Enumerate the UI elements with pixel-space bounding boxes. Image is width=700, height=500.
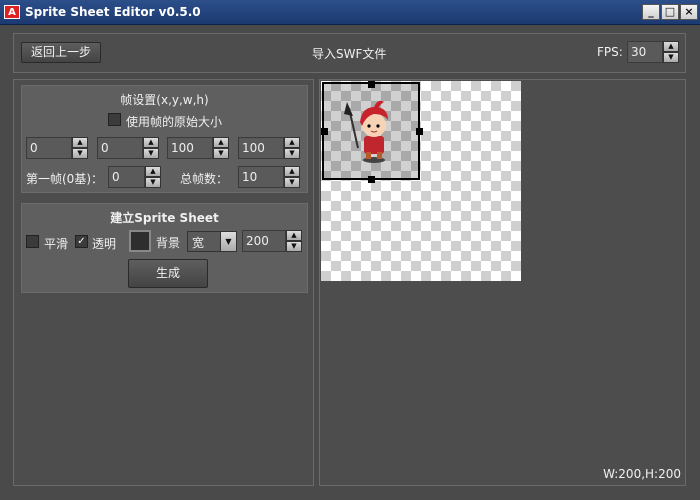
back-button[interactable]: 返回上一步 [21, 42, 101, 63]
frame-h-stepper[interactable]: 100 ▲ ▼ [238, 137, 300, 159]
app-icon: A [4, 5, 20, 19]
background-color-picker[interactable] [129, 230, 151, 252]
frame-w-up-icon[interactable]: ▲ [213, 137, 229, 148]
first-frame-input[interactable]: 0 [108, 166, 145, 188]
minimize-button[interactable]: _ [642, 4, 660, 20]
use-original-size-label: 使用帧的原始大小 [126, 115, 223, 129]
settings-panel: 帧设置(x,y,w,h) 使用帧的原始大小 0 ▲ ▼ 0 ▲ ▼ 100 ▲ … [13, 79, 314, 486]
total-frames-up-icon[interactable]: ▲ [284, 166, 300, 177]
frame-y-input[interactable]: 0 [97, 137, 143, 159]
frame-x-input[interactable]: 0 [26, 137, 72, 159]
first-frame-label: 第一帧(0基)： [26, 172, 103, 186]
fps-up-icon[interactable]: ▲ [663, 41, 679, 52]
frame-y-down-icon[interactable]: ▼ [143, 148, 159, 159]
total-frames-down-icon[interactable]: ▼ [284, 177, 300, 188]
frame-h-input[interactable]: 100 [238, 137, 284, 159]
first-frame-stepper[interactable]: 0 ▲ ▼ [108, 166, 161, 188]
frame-h-up-icon[interactable]: ▲ [284, 137, 300, 148]
close-button[interactable]: × [680, 4, 698, 20]
background-label: 背景 [156, 236, 181, 250]
resize-handle-right[interactable] [416, 128, 423, 135]
sheet-width-down-icon[interactable]: ▼ [286, 241, 302, 252]
frame-x-stepper[interactable]: 0 ▲ ▼ [26, 137, 88, 159]
generate-button[interactable]: 生成 [128, 259, 208, 288]
toolbar: 返回上一步 导入SWF文件 FPS: 30 ▲ ▼ [13, 33, 686, 73]
total-frames-input[interactable]: 10 [238, 166, 284, 188]
smooth-label: 平滑 [44, 237, 69, 251]
build-sprite-sheet-section: 建立Sprite Sheet 平滑 ✓ 透明 背景 宽 ▼ 200 ▲ ▼ 生成 [21, 203, 308, 293]
resize-handle-left[interactable] [321, 128, 328, 135]
sheet-width-input[interactable]: 200 [242, 230, 286, 252]
transparent-label: 透明 [92, 237, 117, 251]
fps-label: FPS: [597, 45, 623, 59]
frame-settings-section: 帧设置(x,y,w,h) 使用帧的原始大小 0 ▲ ▼ 0 ▲ ▼ 100 ▲ … [21, 85, 308, 193]
sprite-canvas[interactable] [321, 81, 521, 281]
frame-w-input[interactable]: 100 [167, 137, 213, 159]
preview-panel: W:200,H:200 [319, 79, 686, 486]
frame-x-up-icon[interactable]: ▲ [72, 137, 88, 148]
sheet-width-stepper[interactable]: 200 ▲ ▼ [242, 230, 302, 252]
frame-x-down-icon[interactable]: ▼ [72, 148, 88, 159]
sheet-width-up-icon[interactable]: ▲ [286, 230, 302, 241]
title-bar: A Sprite Sheet Editor v0.5.0 _ □ × [0, 0, 700, 25]
use-original-size-checkbox[interactable] [108, 113, 121, 126]
width-mode-select[interactable]: 宽 ▼ [187, 231, 237, 252]
first-frame-up-icon[interactable]: ▲ [145, 166, 161, 177]
frame-y-up-icon[interactable]: ▲ [143, 137, 159, 148]
window-title: Sprite Sheet Editor v0.5.0 [25, 5, 201, 19]
smooth-checkbox[interactable] [26, 235, 39, 248]
frame-w-down-icon[interactable]: ▼ [213, 148, 229, 159]
build-sprite-sheet-title: 建立Sprite Sheet [110, 211, 219, 225]
frame-selection[interactable] [322, 82, 420, 180]
fps-down-icon[interactable]: ▼ [663, 52, 679, 63]
import-swf-label[interactable]: 导入SWF文件 [312, 45, 386, 62]
maximize-button[interactable]: □ [661, 4, 679, 20]
resize-handle-top[interactable] [368, 81, 375, 88]
chevron-down-icon[interactable]: ▼ [220, 232, 236, 251]
total-frames-label: 总帧数： [180, 172, 229, 186]
resize-handle-bottom[interactable] [368, 176, 375, 183]
fps-input[interactable]: 30 [627, 41, 663, 63]
character-sprite [344, 100, 388, 163]
first-frame-down-icon[interactable]: ▼ [145, 177, 161, 188]
transparent-checkbox[interactable]: ✓ [75, 235, 88, 248]
canvas-dimensions: W:200,H:200 [603, 467, 681, 481]
frame-h-down-icon[interactable]: ▼ [284, 148, 300, 159]
frame-w-stepper[interactable]: 100 ▲ ▼ [167, 137, 229, 159]
total-frames-stepper[interactable]: 10 ▲ ▼ [238, 166, 300, 188]
fps-stepper[interactable]: 30 ▲ ▼ [627, 41, 679, 63]
frame-y-stepper[interactable]: 0 ▲ ▼ [97, 137, 159, 159]
width-mode-value: 宽 [192, 236, 205, 250]
frame-settings-title: 帧设置(x,y,w,h) [120, 93, 209, 107]
